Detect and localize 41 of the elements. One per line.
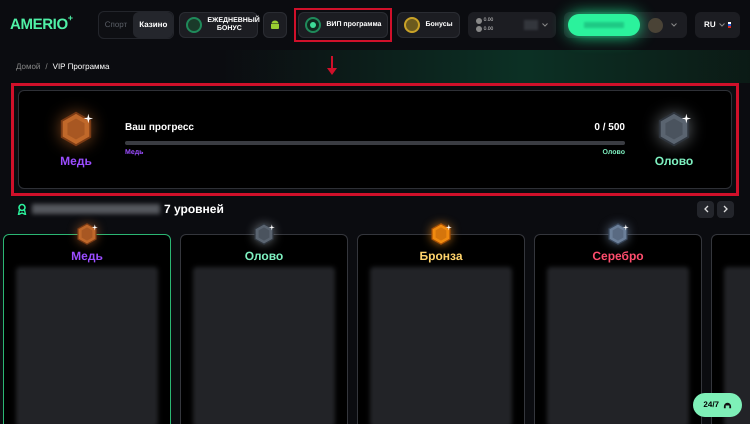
level-card[interactable]: Олово [180,234,348,424]
hexagon-badge-icon [606,222,630,246]
level-card[interactable]: Медь [3,234,171,424]
level-card[interactable]: Бронза [357,234,525,424]
level-card[interactable]: Серебро [534,234,702,424]
levels-heading: 7 уровней [164,201,224,218]
app-button[interactable] [263,12,288,38]
flag-icon [728,22,731,28]
arrow-annotation [326,56,338,76]
breadcrumb-link[interactable]: Домой [16,60,40,72]
logo[interactable]: AMERIO [10,14,68,36]
level-name: Серебро [592,248,644,265]
previous-button[interactable] [697,200,714,218]
level-name: Медь [71,248,103,265]
headset-icon [723,400,732,410]
level-name: Олово [244,248,284,265]
current-level-name: Медь [60,152,92,170]
chevron-left-icon [702,205,708,213]
level-name: Бронза [419,248,462,265]
hexagon-badge-icon [429,222,453,246]
breadcrumb-separator: / [45,60,48,72]
progress-title: Ваш прогресс [125,121,194,136]
hexagon-badge-icon [75,222,99,246]
blurred-block [524,20,538,30]
chevron-right-icon [722,205,728,213]
language-button[interactable]: RU [694,12,740,38]
caret-icon [542,23,548,27]
caret-icon [718,23,725,27]
mode-tab[interactable]: Казино [133,12,174,38]
support-button[interactable]: 24/7 [693,393,742,417]
next-button[interactable] [717,200,734,218]
deposit-button[interactable] [568,14,640,36]
hexagon-badge-icon [252,222,276,246]
caret-icon [671,23,678,27]
award-icon [16,203,28,215]
next-level-name: Олово [654,152,694,170]
logo-mark: + [68,14,74,23]
coin-icon [404,17,420,33]
android-icon [270,20,280,30]
breadcrumb-current: VIP Программа [52,60,110,72]
progress-value: 0 / 500 [594,121,625,136]
